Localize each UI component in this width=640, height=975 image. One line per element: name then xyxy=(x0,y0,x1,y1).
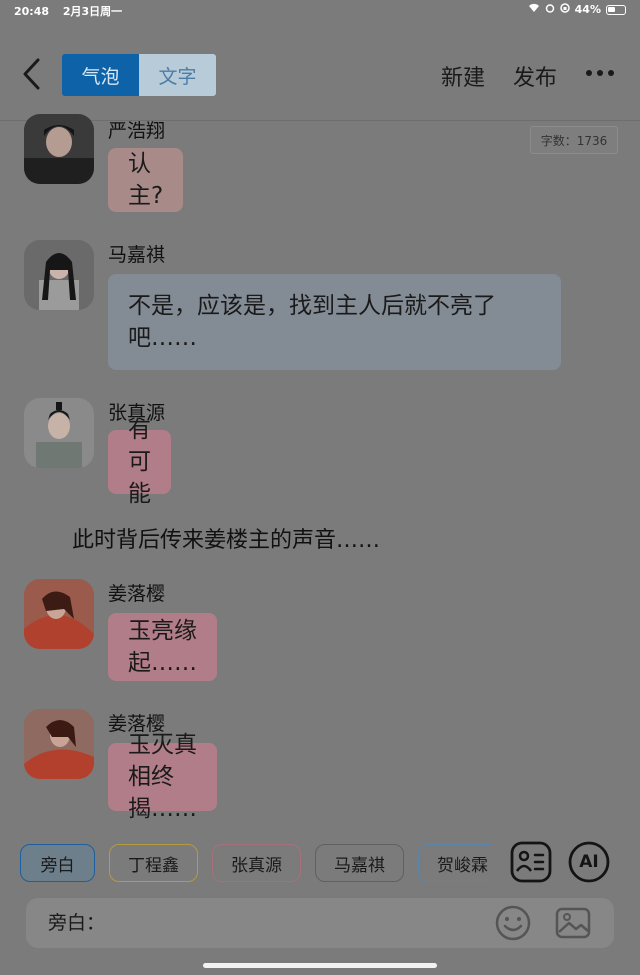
wifi-icon xyxy=(528,3,540,16)
role-chip[interactable]: 丁程鑫 xyxy=(109,844,198,882)
top-bar: 气泡 文字 新建 发布 xyxy=(0,44,640,108)
header-divider xyxy=(0,120,640,121)
role-chip[interactable]: 马嘉祺 xyxy=(315,844,404,882)
message-input[interactable]: 旁白： xyxy=(26,898,614,948)
sender-name: 严浩翔 xyxy=(108,120,166,142)
message-text: 吧…… xyxy=(128,325,197,351)
avatar[interactable] xyxy=(24,398,94,468)
avatar[interactable] xyxy=(24,240,94,310)
chevron-left-icon xyxy=(23,58,40,90)
status-bar: 20:48 2月3日周一 44% xyxy=(0,0,640,22)
contact-list-icon xyxy=(510,841,552,883)
role-chip[interactable]: 张真源 xyxy=(212,844,301,882)
new-button[interactable]: 新建 xyxy=(441,60,485,92)
avatar[interactable] xyxy=(24,579,94,649)
mode-toggle: 气泡 文字 xyxy=(62,54,216,96)
publish-button[interactable]: 发布 xyxy=(513,60,557,92)
message-bubble[interactable]: 有可能 xyxy=(108,417,171,507)
status-time: 20:48 xyxy=(14,5,50,18)
message-bubble[interactable]: 不是，应该是，找到主人后就不亮了 吧…… xyxy=(108,274,561,370)
narration-text[interactable]: 此时背后传来姜楼主的声音…… xyxy=(72,522,380,554)
sender-name: 马嘉祺 xyxy=(108,244,166,266)
emoji-icon[interactable] xyxy=(494,904,532,942)
sender-name: 姜落樱 xyxy=(108,583,166,605)
back-button[interactable] xyxy=(18,56,48,92)
role-selector: 旁白 丁程鑫 张真源 马嘉祺 贺峻霖 xyxy=(20,844,492,884)
tab-text[interactable]: 文字 xyxy=(139,54,216,96)
message-bubble[interactable]: 认主? xyxy=(108,148,184,212)
battery-icon xyxy=(606,4,626,15)
word-count-badge: 字数：1736 xyxy=(530,126,618,154)
status-date: 2月3日周一 xyxy=(62,5,123,18)
avatar[interactable] xyxy=(24,709,94,779)
alarm-icon xyxy=(545,3,555,16)
image-icon[interactable] xyxy=(554,904,592,942)
message-bubble[interactable]: 玉灭真相终揭…… xyxy=(108,732,217,822)
role-list-button[interactable] xyxy=(510,841,552,883)
ai-button[interactable]: AI xyxy=(568,841,610,883)
message-bubble[interactable]: 玉亮缘起…… xyxy=(108,613,217,681)
message-text: 不是，应该是，找到主人后就不亮了 xyxy=(128,293,496,319)
home-indicator xyxy=(203,963,437,968)
role-chip-narrator[interactable]: 旁白 xyxy=(20,844,95,882)
battery-percent: 44% xyxy=(574,3,601,16)
role-chip[interactable]: 贺峻霖 xyxy=(418,844,492,882)
input-role-label: 旁白： xyxy=(48,912,106,934)
avatar[interactable] xyxy=(24,114,94,184)
ai-label: AI xyxy=(579,852,599,872)
tab-bubble[interactable]: 气泡 xyxy=(62,54,139,96)
rotation-lock-icon xyxy=(559,3,570,16)
more-icon[interactable] xyxy=(586,70,614,76)
